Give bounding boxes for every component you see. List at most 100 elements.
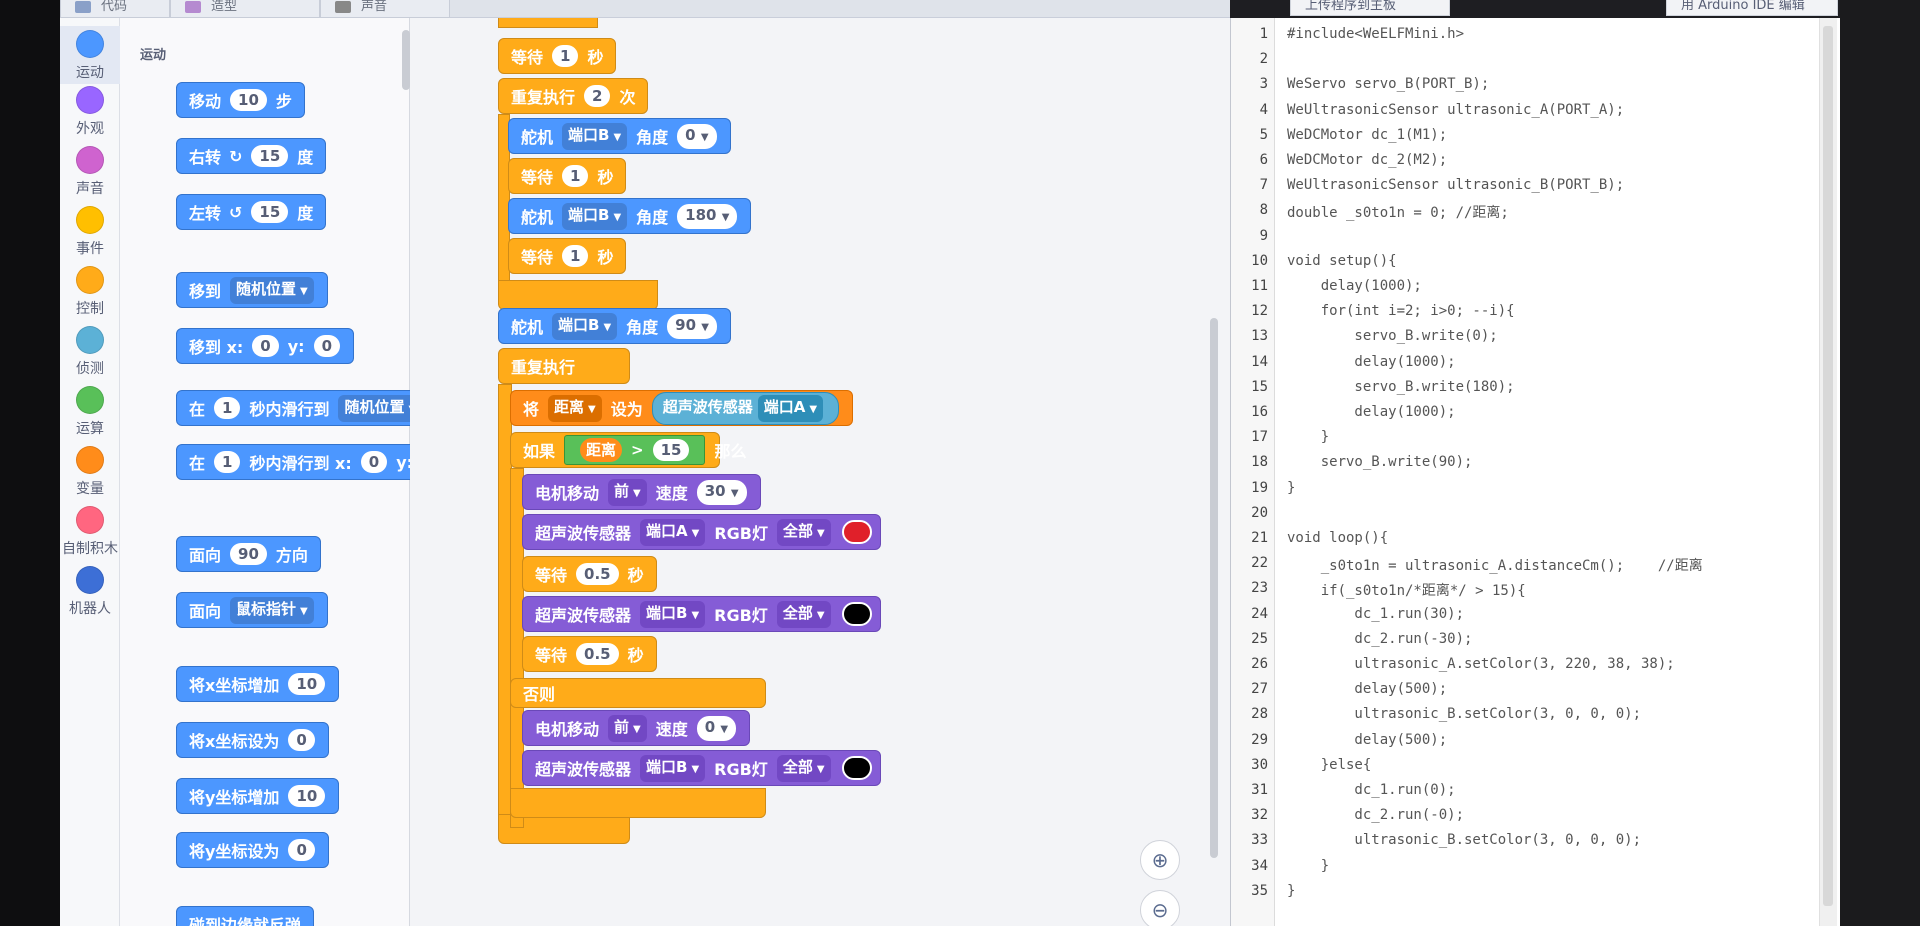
code-line[interactable]: }else{ — [1287, 757, 1372, 773]
ultrasonic-reporter[interactable]: 超声波传感器 端口A ▼ — [651, 391, 840, 425]
code-line[interactable]: } — [1287, 429, 1329, 445]
color-swatch-black[interactable] — [841, 756, 872, 780]
code-scrollbar[interactable] — [1819, 18, 1837, 926]
servo-port-dropdown[interactable]: 端口B ▼ — [562, 202, 628, 230]
block-forever[interactable]: 重复执行 — [498, 348, 630, 384]
block-glide-to[interactable]: 在1秒内滑行到随机位置▼ — [176, 390, 437, 426]
code-line[interactable]: WeDCMotor dc_1(M1); — [1287, 127, 1447, 143]
category-control[interactable]: 控制 — [60, 266, 120, 318]
wait-seconds-input[interactable]: 1 — [562, 165, 589, 187]
tab-code[interactable]: 代码 — [60, 0, 170, 18]
category-my-blocks[interactable]: 自制积木 — [60, 506, 120, 558]
code-line[interactable]: servo_B.write(90); — [1287, 454, 1473, 470]
servo-angle-input[interactable]: 90 ▼ — [667, 313, 717, 339]
seconds-input[interactable]: 1 — [214, 397, 241, 419]
category-sensing[interactable]: 侦测 — [60, 326, 120, 378]
code-line[interactable]: void setup(){ — [1287, 253, 1397, 269]
category-variables[interactable]: 变量 — [60, 446, 120, 498]
block-move-steps[interactable]: 移动 10 步 — [176, 82, 305, 118]
threshold-input[interactable]: 15 — [652, 439, 690, 461]
motor-direction-dropdown[interactable]: 前 ▼ — [608, 478, 647, 506]
code-line[interactable]: } — [1287, 858, 1329, 874]
color-swatch-red[interactable] — [841, 520, 872, 544]
degrees-input[interactable]: 15 — [251, 145, 289, 167]
steps-input[interactable]: 10 — [230, 89, 267, 111]
distance-variable-reporter[interactable]: 距离 — [580, 438, 623, 462]
block-set-variable[interactable]: 将距离 ▼ 设为 超声波传感器 端口A ▼ — [510, 390, 854, 426]
code-line[interactable]: delay(500); — [1287, 732, 1447, 748]
block-goto-xy[interactable]: 移到 x: 0 y: 0 — [176, 328, 354, 364]
code-line[interactable]: #include<WeELFMini.h> — [1287, 26, 1464, 42]
y-input[interactable]: 0 — [313, 335, 340, 357]
code-line[interactable]: } — [1287, 480, 1295, 496]
block-point-towards[interactable]: 面向 鼠标指针 ▼ — [176, 592, 328, 628]
repeat-count-input[interactable]: 2 — [584, 85, 611, 107]
block-set-x[interactable]: 将x坐标设为 0 — [176, 722, 329, 758]
block-turn-left[interactable]: 左转 ↺ 15 度 — [176, 194, 327, 230]
sensor-port-dropdown[interactable]: 端口B ▼ — [640, 754, 706, 782]
x-change-input[interactable]: 10 — [288, 673, 326, 695]
degrees-input[interactable]: 15 — [251, 201, 289, 223]
code-line[interactable]: double _s0to1n = 0; //距离; — [1287, 202, 1509, 222]
category-motion[interactable]: 运动 — [60, 26, 120, 84]
y-set-input[interactable]: 0 — [288, 839, 315, 861]
code-line[interactable]: _s0to1n = ultrasonic_A.distanceCm(); //距… — [1287, 555, 1703, 575]
block-servo[interactable]: 舵机 端口B ▼ 角度 180 ▼ — [508, 198, 752, 234]
code-line[interactable]: dc_2.run(-0); — [1287, 807, 1464, 823]
y-change-input[interactable]: 10 — [288, 785, 326, 807]
block-servo[interactable]: 舵机 端口B ▼ 角度 90 ▼ — [498, 308, 731, 344]
wait-seconds-input[interactable]: 1 — [552, 45, 579, 67]
point-target-dropdown[interactable]: 鼠标指针 ▼ — [230, 596, 314, 624]
block-servo[interactable]: 舵机 端口B ▼ 角度 0 ▼ — [508, 118, 731, 154]
x-set-input[interactable]: 0 — [288, 729, 315, 751]
code-scrollbar-thumb[interactable] — [1823, 26, 1833, 906]
code-line[interactable]: if(_s0to1n/*距离*/ > 15){ — [1287, 580, 1526, 600]
led-select-dropdown[interactable]: 全部 ▼ — [776, 518, 831, 546]
block-wait[interactable]: 等待 1 秒 — [498, 38, 617, 74]
tab-sounds[interactable]: 声音 — [320, 0, 450, 18]
block-motor-move[interactable]: 电机移动前 ▼ 速度 0 ▼ — [522, 710, 751, 746]
sensor-port-dropdown[interactable]: 端口A ▼ — [757, 394, 824, 422]
code-line[interactable]: dc_2.run(-30); — [1287, 631, 1472, 647]
block-wait[interactable]: 等待 1 秒 — [508, 238, 627, 274]
wait-seconds-input[interactable]: 0.5 — [576, 643, 619, 665]
zoom-out-button[interactable]: ⊖ — [1140, 890, 1180, 926]
led-select-dropdown[interactable]: 全部 ▼ — [776, 600, 831, 628]
block-wait[interactable]: 等待 0.5 秒 — [522, 636, 657, 672]
block-set-y[interactable]: 将y坐标设为 0 — [176, 832, 329, 868]
category-operators[interactable]: 运算 — [60, 386, 120, 438]
sensor-port-dropdown[interactable]: 端口B ▼ — [640, 600, 706, 628]
block-wait[interactable]: 等待 0.5 秒 — [522, 556, 657, 592]
variable-dropdown[interactable]: 距离 ▼ — [548, 394, 602, 422]
upload-button[interactable]: 上传程序到主板 — [1290, 0, 1450, 16]
edit-in-arduino-button[interactable]: 用 Arduino IDE 编辑 — [1666, 0, 1838, 16]
code-line[interactable]: WeServo servo_B(PORT_B); — [1287, 76, 1489, 92]
block-repeat[interactable]: 重复执行 2 次 — [498, 78, 648, 114]
sensor-port-dropdown[interactable]: 端口A ▼ — [640, 518, 706, 546]
block-turn-right[interactable]: 右转 ↻ 15 度 — [176, 138, 327, 174]
servo-angle-input[interactable]: 0 ▼ — [677, 123, 717, 149]
code-line[interactable]: servo_B.write(180); — [1287, 379, 1514, 395]
block-ultrasonic-rgb[interactable]: 超声波传感器 端口A ▼ RGB灯 全部 ▼ — [522, 514, 881, 550]
color-swatch-black[interactable] — [841, 602, 872, 626]
code-line[interactable]: servo_B.write(0); — [1287, 328, 1497, 344]
code-line[interactable]: WeDCMotor dc_2(M2); — [1287, 152, 1447, 168]
block-change-x[interactable]: 将x坐标增加 10 — [176, 666, 340, 702]
motor-direction-dropdown[interactable]: 前 ▼ — [608, 714, 647, 742]
block-ultrasonic-rgb[interactable]: 超声波传感器 端口B ▼ RGB灯 全部 ▼ — [522, 750, 881, 786]
code-line[interactable]: dc_1.run(30); — [1287, 606, 1464, 622]
category-sound[interactable]: 声音 — [60, 146, 120, 198]
code-line[interactable]: WeUltrasonicSensor ultrasonic_A(PORT_A); — [1287, 102, 1624, 118]
code-line[interactable]: ultrasonic_B.setColor(3, 0, 0, 0); — [1287, 832, 1641, 848]
tab-costumes[interactable]: 造型 — [170, 0, 320, 18]
block-change-y[interactable]: 将y坐标增加 10 — [176, 778, 340, 814]
wait-seconds-input[interactable]: 0.5 — [576, 563, 619, 585]
motor-speed-input[interactable]: 0 ▼ — [696, 715, 737, 741]
workspace-scrollbar[interactable] — [1210, 318, 1218, 858]
block-if-else[interactable]: 如果 距离 >15 那么 — [510, 432, 747, 468]
code-line[interactable]: ultrasonic_B.setColor(3, 0, 0, 0); — [1287, 706, 1641, 722]
block-ultrasonic-rgb[interactable]: 超声波传感器 端口B ▼ RGB灯 全部 ▼ — [522, 596, 881, 632]
servo-angle-input[interactable]: 180 ▼ — [677, 203, 738, 229]
block-goto[interactable]: 移到 随机位置 ▼ — [176, 272, 328, 308]
wait-seconds-input[interactable]: 1 — [562, 245, 589, 267]
